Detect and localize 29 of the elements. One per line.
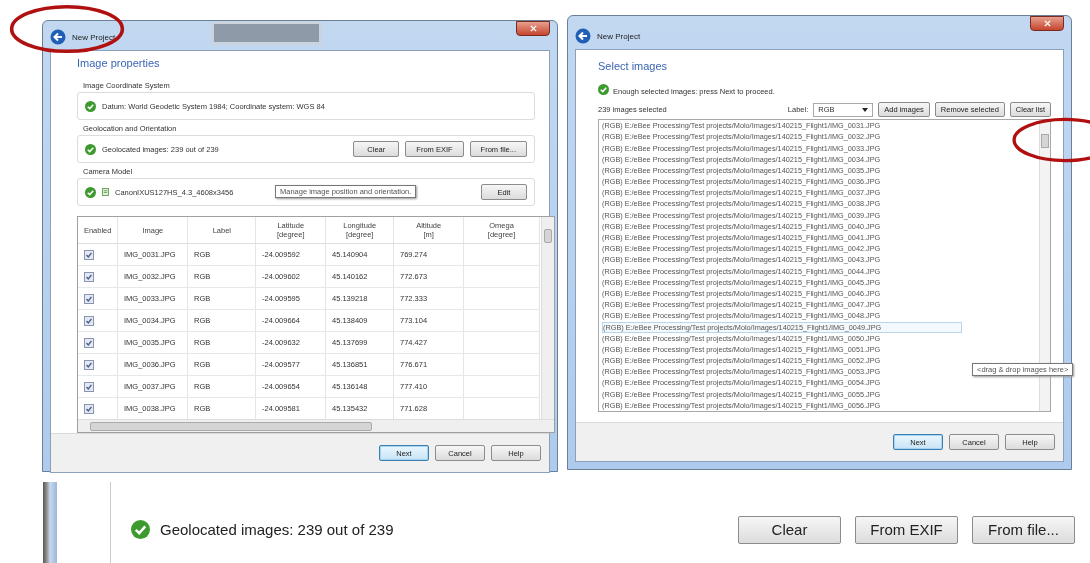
check-icon xyxy=(598,83,609,95)
window-title: New Project xyxy=(72,33,116,42)
back-arrow-icon[interactable] xyxy=(50,29,66,45)
checkbox[interactable] xyxy=(84,293,94,304)
checkbox[interactable] xyxy=(84,249,94,260)
checkbox[interactable] xyxy=(84,315,94,326)
action-button[interactable]: From EXIF xyxy=(855,515,958,544)
check-icon xyxy=(131,520,150,539)
action-button[interactable]: Clear xyxy=(738,515,841,544)
close-icon xyxy=(1043,20,1051,27)
window-title: New Project xyxy=(597,32,641,42)
close-button[interactable] xyxy=(1030,16,1064,31)
horizontal-scrollbar[interactable] xyxy=(78,419,554,432)
check-icon xyxy=(85,143,96,155)
check-icon xyxy=(85,186,96,198)
status-text: Geolocated images: 239 out of 239 xyxy=(160,521,394,538)
checkbox[interactable] xyxy=(84,271,94,282)
check-icon xyxy=(85,100,96,112)
caret-icon xyxy=(862,107,869,112)
checkbox[interactable] xyxy=(84,359,94,370)
action-button[interactable]: From file... xyxy=(972,515,1075,544)
page-heading: Select images xyxy=(598,60,669,73)
checkbox[interactable] xyxy=(84,337,94,348)
checkbox[interactable] xyxy=(84,403,94,414)
close-icon xyxy=(529,25,537,32)
vertical-scrollbar[interactable] xyxy=(541,217,554,420)
page-heading: Image properties xyxy=(77,57,161,69)
checkbox[interactable] xyxy=(84,381,94,392)
close-button[interactable] xyxy=(516,21,550,36)
